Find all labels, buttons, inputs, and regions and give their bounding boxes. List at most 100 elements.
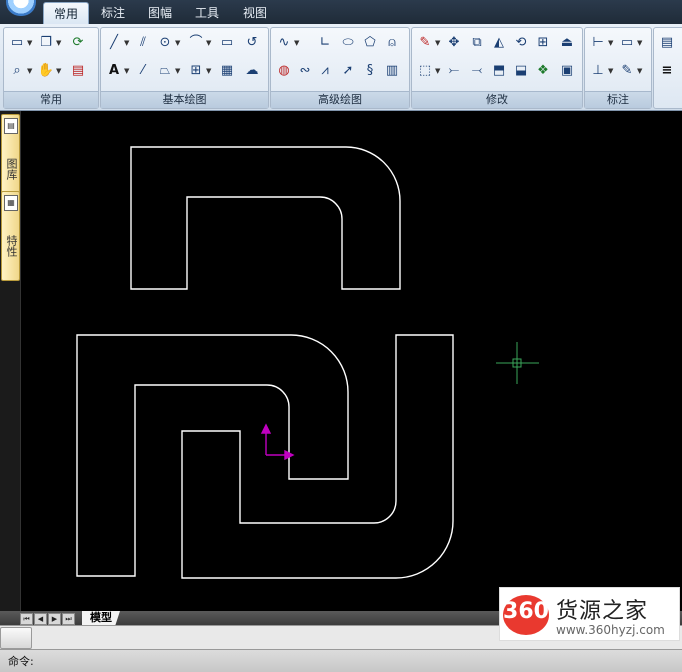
tab-tools[interactable]: 工具	[189, 2, 225, 24]
chevron-down-icon[interactable]: ▼	[608, 34, 614, 52]
cloud-icon[interactable]: ☁	[243, 62, 261, 80]
polyline-icon[interactable]: ↺	[243, 34, 261, 52]
revcloud-icon[interactable]: ⍝	[383, 34, 401, 52]
status-bar	[0, 649, 682, 672]
refresh-icon[interactable]: ⟳	[69, 34, 87, 52]
fill-icon[interactable]: ◍	[275, 62, 293, 80]
watermark-title: 货源之家	[556, 599, 649, 624]
ribbon-group-dimension: ⊢ ▼ ▭ ▼ ⊥ ▼ ✎ ▼ 标注	[584, 27, 652, 109]
chevron-down-icon[interactable]: ▼	[206, 62, 212, 80]
chevron-down-icon[interactable]: ▼	[637, 34, 643, 52]
palette-tab-label: 图库	[5, 158, 18, 180]
prev-layout-icon[interactable]: ◀	[34, 613, 47, 625]
tab-common[interactable]: 常用	[43, 2, 89, 25]
new-icon[interactable]: ▭	[8, 34, 26, 52]
dim-linear-icon[interactable]: ⊢	[589, 34, 607, 52]
chevron-down-icon[interactable]: ▼	[27, 34, 33, 52]
chevron-down-icon[interactable]: ▼	[124, 34, 130, 52]
ribbon-group-more: ▤ ≡	[653, 27, 682, 109]
dim-more-icon[interactable]: ▤	[658, 34, 676, 52]
chevron-down-icon[interactable]: ▼	[435, 34, 441, 52]
properties-icon[interactable]: ▣	[558, 62, 576, 80]
ribbon-group-common: ▭ ▼ ❐ ▼ ⟳ ⌕ ▼ ✋ ▼ ▤ 常用	[3, 27, 99, 109]
copy-icon[interactable]: ⧉	[468, 34, 486, 52]
properties-icon: ▦	[4, 195, 18, 211]
chevron-down-icon[interactable]: ▼	[637, 62, 643, 80]
ribbon-group-label: 高级绘图	[271, 91, 409, 108]
insert-icon[interactable]: ⊞	[187, 62, 205, 80]
zigzag-icon[interactable]: ⩘	[316, 62, 334, 80]
rotate-icon[interactable]: ⟲	[512, 34, 530, 52]
offset-icon[interactable]: ⬓	[512, 62, 530, 80]
table-icon[interactable]: ▥	[383, 62, 401, 80]
zoom-icon[interactable]: ⌕	[8, 62, 26, 80]
parallel-icon[interactable]: ⫽	[134, 34, 152, 52]
erase-icon[interactable]: ✎	[416, 34, 434, 52]
tab-dimension[interactable]: 标注	[95, 2, 131, 24]
text-icon[interactable]: A	[105, 62, 123, 80]
fillet-icon[interactable]: ⤙	[468, 62, 486, 80]
next-layout-icon[interactable]: ▶	[48, 613, 61, 625]
app-logo-icon[interactable]	[6, 0, 36, 16]
arc-icon[interactable]: ⌒	[187, 34, 205, 52]
arrow-icon[interactable]: ➚	[339, 62, 357, 80]
drawing-canvas[interactable]	[21, 111, 682, 611]
layer-icon[interactable]: ▤	[69, 62, 87, 80]
trim-icon[interactable]: ⬚	[416, 62, 434, 80]
tab-model[interactable]: 模型	[82, 611, 120, 625]
copy-clip-icon[interactable]: ❐	[37, 34, 55, 52]
rectangle-icon[interactable]: ▭	[218, 34, 236, 52]
wave-icon[interactable]: ∾	[296, 62, 314, 80]
mirror-icon[interactable]: ◭	[490, 34, 508, 52]
polygon-icon[interactable]: ⬠	[361, 34, 379, 52]
first-layout-icon[interactable]: ⏮	[20, 613, 33, 625]
menu-lines-icon[interactable]: ≡	[658, 62, 676, 80]
dim-edit-icon[interactable]: ✎	[618, 62, 636, 80]
chevron-down-icon[interactable]: ▼	[608, 62, 614, 80]
ellipse-icon[interactable]: ⬭	[339, 34, 357, 52]
library-icon: ▤	[4, 118, 18, 134]
ribbon-group-advanced-draw: ∿ ▼ ∟ ⬭ ⬠ ⍝ ◍ ∾ ⩘ ➚ § ▥ 高级绘图	[270, 27, 410, 109]
polyline-upper-shape[interactable]	[130, 146, 401, 290]
chevron-down-icon[interactable]: ▼	[27, 62, 33, 80]
array-icon[interactable]: ⊞	[534, 34, 552, 52]
palette-tab-properties[interactable]: ▦ 特性	[1, 191, 20, 281]
chevron-down-icon[interactable]: ▼	[435, 62, 441, 80]
ribbon-group-label: 基本绘图	[101, 91, 268, 108]
spline-icon[interactable]: ∿	[275, 34, 293, 52]
command-window-grip[interactable]	[0, 627, 32, 649]
hatch-icon[interactable]: ▦	[218, 62, 236, 80]
curve-icon[interactable]: §	[361, 62, 379, 80]
move-icon[interactable]: ✥	[445, 34, 463, 52]
scale-icon[interactable]: ⬒	[490, 62, 508, 80]
ribbon-group-label: 常用	[4, 91, 98, 108]
stretch-icon[interactable]: ⏏	[558, 34, 576, 52]
pan-icon[interactable]: ✋	[37, 62, 55, 80]
polyline-lower-left-shape[interactable]	[76, 334, 349, 577]
tab-drawing-frame[interactable]: 图幅	[142, 2, 178, 24]
extend-icon[interactable]: ⤚	[445, 62, 463, 80]
chevron-down-icon[interactable]: ▼	[206, 34, 212, 52]
chevron-down-icon[interactable]: ▼	[56, 34, 62, 52]
explode-icon[interactable]: ❖	[534, 62, 552, 80]
dim-tree-icon[interactable]: ⊥	[589, 62, 607, 80]
ribbon-group-modify: ✎ ▼ ✥ ⧉ ◭ ⟲ ⊞ ⏏ ⬚ ▼ ⤚ ⤙ ⬒ ⬓ ❖ ▣ 修改	[411, 27, 583, 109]
dim-block-icon[interactable]: ▭	[618, 34, 636, 52]
ribbon-group-basic-draw: ╱ ▼ ⫽ ⊙ ▼ ⌒ ▼ ▭ ↺ A ▼ ⁄ ⏢ ▼ ⊞ ▼ ▦ ☁ 基本绘图	[100, 27, 269, 109]
chevron-down-icon[interactable]: ▼	[175, 34, 181, 52]
tab-view[interactable]: 视图	[237, 2, 273, 24]
chevron-down-icon[interactable]: ▼	[294, 34, 300, 52]
angle-icon[interactable]: ∟	[316, 34, 334, 52]
region-icon[interactable]: ⏢	[156, 62, 174, 80]
circle-icon[interactable]: ⊙	[156, 34, 174, 52]
chevron-down-icon[interactable]: ▼	[56, 62, 62, 80]
palette-tab-label: 特性	[5, 235, 18, 257]
chevron-down-icon[interactable]: ▼	[124, 62, 130, 80]
polyline-lower-right-shape[interactable]	[181, 334, 454, 579]
xline-icon[interactable]: ⁄	[134, 62, 152, 80]
line-icon[interactable]: ╱	[105, 34, 123, 52]
last-layout-icon[interactable]: ⏭	[62, 613, 75, 625]
watermark-url: www.360hyzj.com	[556, 623, 665, 637]
ribbon: ▭ ▼ ❐ ▼ ⟳ ⌕ ▼ ✋ ▼ ▤ 常用 ╱ ▼ ⫽ ⊙ ▼ ⌒ ▼ ▭ ↺ A ▼ ⁄ ⏢…	[0, 24, 682, 111]
chevron-down-icon[interactable]: ▼	[175, 62, 181, 80]
